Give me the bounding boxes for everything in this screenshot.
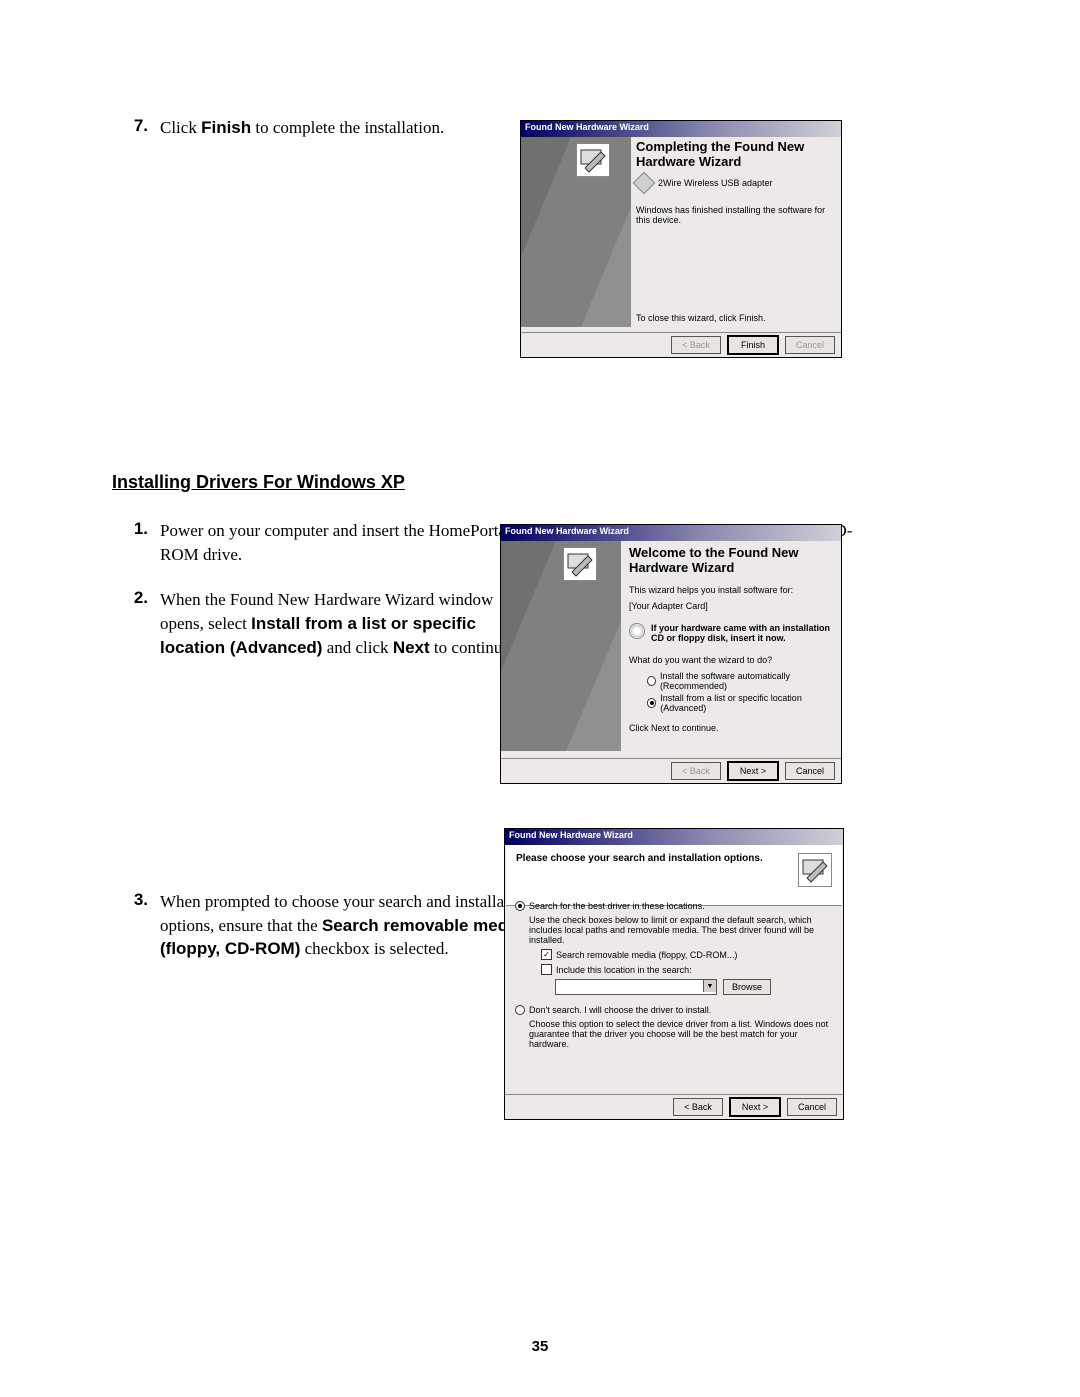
dlg2-heading: Welcome to the Found New Hardware Wizard xyxy=(629,545,833,575)
s7-c: to complete the installation. xyxy=(251,118,444,137)
dlg3-opt-dont: Don't search. I will choose the driver t… xyxy=(529,1005,711,1015)
dlg2-opt2: Install from a list or specific location… xyxy=(660,693,833,713)
dlg3-cancel-button[interactable]: Cancel xyxy=(787,1098,837,1116)
dlg1-finish-button[interactable]: Finish xyxy=(727,335,779,355)
dlg3-titlebar: Found New Hardware Wizard xyxy=(505,829,843,845)
dlg2-help: This wizard helps you install software f… xyxy=(629,585,833,595)
section-title: Installing Drivers For Windows XP xyxy=(112,472,968,493)
s7-a: Click xyxy=(160,118,201,137)
dlg2-next-button[interactable]: Next > xyxy=(727,761,779,781)
dlg3-use: Use the check boxes below to limit or ex… xyxy=(529,915,833,945)
dlg1-cancel-button: Cancel xyxy=(785,336,835,354)
step-7-num: 7. xyxy=(112,116,160,136)
dlg2-q: What do you want the wizard to do? xyxy=(629,655,833,665)
dlg1-device: 2Wire Wireless USB adapter xyxy=(658,178,773,188)
dlg3-location-combo[interactable]: ▼ xyxy=(555,979,717,995)
s7-b: Finish xyxy=(201,118,251,137)
hardware-icon xyxy=(576,143,610,177)
dlg1-titlebar: Found New Hardware Wizard xyxy=(521,121,841,137)
wizard-welcome-dialog: Found New Hardware Wizard Welcome to the… xyxy=(500,524,842,784)
dlg2-cancel-button[interactable]: Cancel xyxy=(785,762,835,780)
dlg3-back-button[interactable]: < Back xyxy=(673,1098,723,1116)
dlg2-radio-list[interactable] xyxy=(647,698,656,708)
dlg2-titlebar: Found New Hardware Wizard xyxy=(501,525,841,541)
wizard-search-dialog: Found New Hardware Wizard Please choose … xyxy=(504,828,844,1120)
s2-d: Next xyxy=(393,638,430,657)
dlg3-browse-button[interactable]: Browse xyxy=(723,979,771,995)
dlg3-chk-loc-label: Include this location in the search: xyxy=(556,965,692,975)
dlg3-opt-search: Search for the best driver in these loca… xyxy=(529,901,705,911)
page-number: 35 xyxy=(0,1338,1080,1355)
dlg2-back-button: < Back xyxy=(671,762,721,780)
dlg1-done: Windows has finished installing the soft… xyxy=(636,205,835,225)
dlg3-heading: Please choose your search and installati… xyxy=(516,853,763,864)
dlg2-continue: Click Next to continue. xyxy=(629,723,833,733)
dlg3-next-button[interactable]: Next > xyxy=(729,1097,781,1117)
dlg2-card: [Your Adapter Card] xyxy=(629,601,833,611)
dlg1-heading: Completing the Found New Hardware Wizard xyxy=(636,139,835,169)
step-2-num: 2. xyxy=(112,588,160,608)
dlg2-opt1: Install the software automatically (Reco… xyxy=(660,671,833,691)
step-3-num: 3. xyxy=(112,890,160,910)
dlg2-cd: If your hardware came with an installati… xyxy=(651,623,833,643)
dlg3-chk-media-label: Search removable media (floppy, CD-ROM..… xyxy=(556,950,737,960)
dlg3-radio-search[interactable] xyxy=(515,901,525,911)
s2-c: and click xyxy=(322,638,392,657)
step-1-num: 1. xyxy=(112,519,160,539)
dlg1-close-text: To close this wizard, click Finish. xyxy=(636,313,766,323)
chevron-down-icon[interactable]: ▼ xyxy=(703,980,716,992)
dlg3-chk-location[interactable] xyxy=(541,964,552,975)
step-7-text: Click Finish to complete the installatio… xyxy=(160,116,444,140)
step-2-text: When the Found New Hardware Wizard windo… xyxy=(160,588,540,659)
dlg1-back-button: < Back xyxy=(671,336,721,354)
device-icon xyxy=(633,172,656,195)
dlg2-side-graphic xyxy=(501,541,621,751)
hardware-icon xyxy=(563,547,597,581)
hardware-icon xyxy=(798,853,832,887)
dlg3-radio-dont[interactable] xyxy=(515,1005,525,1015)
step-3-text: When prompted to choose your search and … xyxy=(160,890,540,961)
s3-c: checkbox is selected. xyxy=(300,939,448,958)
cd-icon xyxy=(629,623,645,639)
dlg3-dont-txt: Choose this option to select the device … xyxy=(529,1019,833,1049)
dlg2-radio-auto[interactable] xyxy=(647,676,656,686)
dlg3-chk-media[interactable] xyxy=(541,949,552,960)
wizard-finish-dialog: Found New Hardware Wizard Completing the… xyxy=(520,120,842,358)
